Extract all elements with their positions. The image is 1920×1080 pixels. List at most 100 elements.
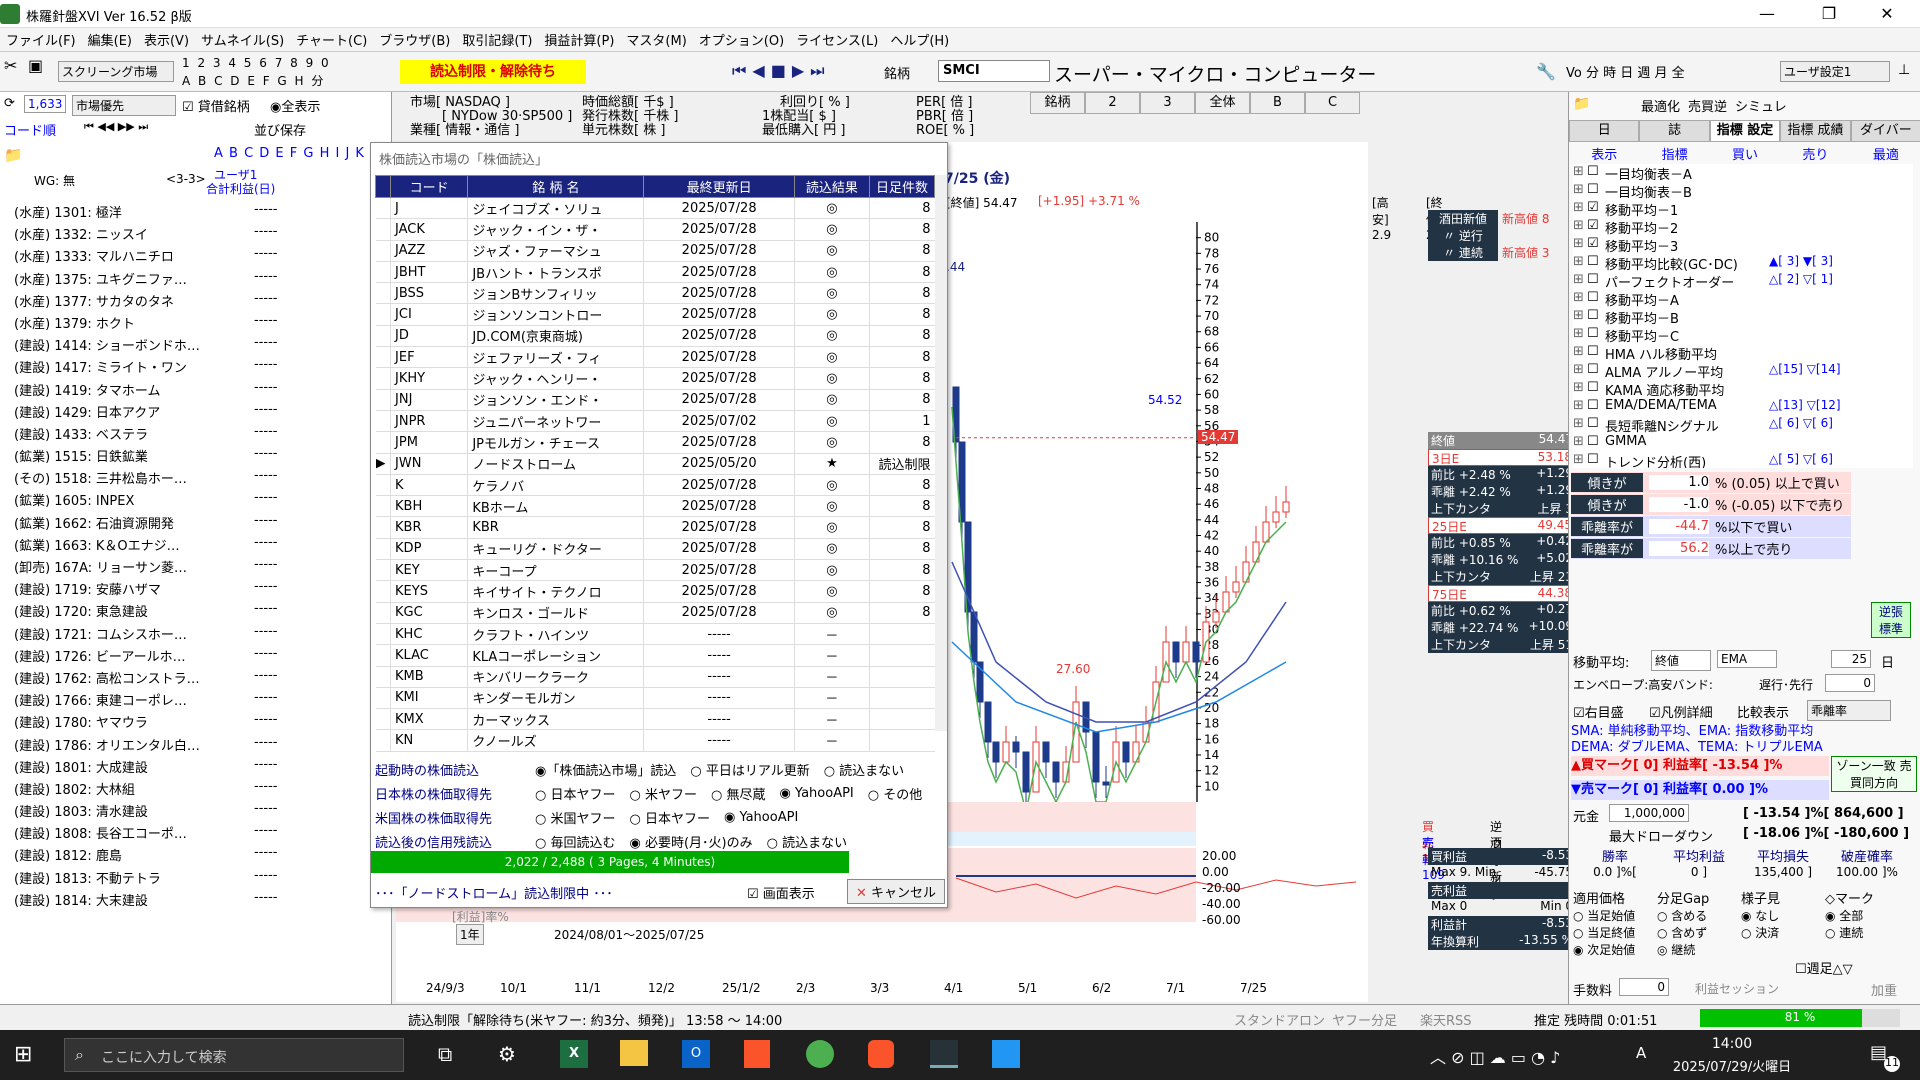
apply-radio[interactable]: ◉ 次足始値 — [1573, 941, 1657, 958]
task-view-icon[interactable]: ⧉ — [438, 1042, 452, 1066]
indicator-checkbox[interactable]: ☐ — [1587, 452, 1605, 468]
right-subtab[interactable]: 表示 — [1569, 144, 1639, 163]
indicator-item[interactable]: ⊞ ☐ パーフェクトオーダー △[ 2] ▽[ 1] — [1573, 272, 1913, 290]
right-subtab[interactable]: 指標 — [1639, 144, 1709, 163]
indicator-checkbox[interactable]: ☐ — [1587, 290, 1605, 308]
list-item[interactable]: (建設) 1786: オリエンタル白… ----- — [0, 735, 380, 757]
chart-tab[interactable]: C — [1305, 92, 1360, 114]
ma-days-input[interactable]: 25 — [1831, 650, 1871, 668]
table-row[interactable]: KMX カーマックス ----- － — [375, 708, 935, 731]
clock-date[interactable]: 2025/07/29/火曜日 — [1660, 1056, 1804, 1075]
right-subtab[interactable]: 買い — [1710, 144, 1780, 163]
menu-item[interactable]: ファイル(F) — [0, 30, 82, 49]
indicator-checkbox[interactable]: ☐ — [1587, 398, 1605, 416]
compare-select[interactable]: 乖離率 — [1807, 700, 1891, 721]
option-radio[interactable]: ○ 無尽蔵 — [711, 784, 765, 803]
param-input[interactable]: 56.2 — [1649, 541, 1709, 556]
indicator-checkbox[interactable]: ☑ — [1587, 218, 1605, 236]
menu-item[interactable]: サムネイル(S) — [195, 30, 290, 49]
indicator-item[interactable]: ⊞ ☐ トレンド分析(西) △[ 5] ▽[ 6] — [1573, 452, 1913, 468]
apply-radio[interactable]: ○ 決済 — [1741, 924, 1825, 941]
chart-tab[interactable]: 3 — [1140, 92, 1195, 114]
user-setting-select[interactable]: ユーザ設定1 — [1780, 61, 1890, 82]
apply-radio[interactable]: ○ 当足終値 — [1573, 924, 1657, 941]
table-row[interactable]: KHC クラフト・ハインツ ----- － — [375, 623, 935, 646]
expand-icon[interactable]: ⊞ — [1573, 326, 1587, 344]
kabu-app-icon[interactable] — [930, 1040, 958, 1068]
list-item[interactable]: (建設) 1780: ヤマウラ ----- — [0, 712, 380, 734]
folder-icon-right[interactable]: 📁 — [1573, 96, 1590, 112]
right-subtab[interactable]: 売り — [1780, 144, 1850, 163]
list-item[interactable]: (建設) 1802: 大林組 ----- — [0, 779, 380, 801]
indicator-item[interactable]: ⊞ ☐ 一目均衡表－A — [1573, 164, 1913, 182]
indicator-checkbox[interactable]: ☐ — [1587, 434, 1605, 452]
table-row[interactable]: KMB キンバリークラーク ----- － — [375, 666, 935, 688]
screening-select[interactable]: スクリーング市場 — [58, 61, 174, 82]
limit-button[interactable]: 読込制限・解除待ち — [400, 60, 586, 84]
save-order[interactable]: 並び保存 — [254, 120, 306, 139]
option-radio[interactable]: ○ 日本ヤフー — [629, 808, 709, 827]
indicator-checkbox[interactable]: ☐ — [1587, 344, 1605, 362]
column-header[interactable]: 最終更新日 — [643, 175, 795, 198]
right-tab[interactable]: 誌 — [1639, 120, 1710, 142]
table-row[interactable]: ▶ JWN ノードストローム 2025/05/20 ★ 読込制限 — [375, 453, 935, 475]
table-row[interactable]: JACK ジャック・イン・ザ・ 2025/07/28 ◎ 8 — [375, 218, 935, 241]
column-header[interactable]: 日足件数 — [868, 175, 936, 198]
param-input[interactable]: -44.7 — [1649, 519, 1709, 534]
option-radio[interactable]: ◉「株価読込市場」読込 — [535, 760, 676, 779]
menu-item[interactable]: 編集(E) — [82, 30, 138, 49]
expand-icon[interactable]: ⊞ — [1573, 452, 1587, 468]
indicator-checkbox[interactable]: ☑ — [1587, 200, 1605, 218]
right-tab[interactable]: 指標 設定 — [1709, 120, 1781, 142]
table-row[interactable]: JKHY ジャック・ヘンリー・ 2025/07/28 ◎ 8 — [375, 367, 935, 390]
option-radio[interactable]: ○ その他 — [868, 784, 922, 803]
list-item[interactable]: (建設) 1429: 日本アクア ----- — [0, 402, 380, 424]
list-item[interactable]: (建設) 1762: 高松コンストラ… ----- — [0, 668, 380, 690]
expand-icon[interactable]: ⊞ — [1573, 272, 1587, 290]
table-row[interactable]: J ジェイコブズ・ソリュ 2025/07/28 ◎ 8 — [375, 197, 935, 220]
market-select[interactable]: 市場優先 — [72, 95, 176, 116]
table-scrollbar[interactable] — [935, 175, 947, 731]
list-item[interactable]: (建設) 1720: 東急建設 ----- — [0, 601, 380, 623]
table-row[interactable]: KBH KBホーム 2025/07/28 ◎ 8 — [375, 495, 935, 518]
list-item[interactable]: (水産) 1333: マルハニチロ ----- — [0, 246, 380, 268]
menu-item[interactable]: 表示(V) — [138, 30, 195, 49]
expand-icon[interactable]: ⊞ — [1573, 308, 1587, 326]
table-row[interactable]: KLAC KLAコーポレーション ----- － — [375, 644, 935, 667]
menu-item[interactable]: 取引記録(T) — [456, 30, 538, 49]
apply-radio[interactable]: ○ 連続 — [1825, 924, 1909, 941]
top-option-checkbox[interactable]: 最適化 — [1641, 100, 1680, 115]
list-item[interactable]: (建設) 1801: 大成建設 ----- — [0, 757, 380, 779]
nav-buttons[interactable]: ⏮◀■▶⏭ — [732, 61, 831, 81]
indicator-item[interactable]: ⊞ ☐ 長短乖離Nシグナル △[ 6] ▽[ 6] — [1573, 416, 1913, 434]
maximize-button[interactable]: ❐ — [1806, 0, 1852, 28]
indicator-item[interactable]: ⊞ ☐ EMA/DEMA/TEMA △[13] ▽[12] — [1573, 398, 1913, 416]
list-item[interactable]: (建設) 1812: 鹿島 ----- — [0, 845, 380, 867]
indicator-checkbox[interactable]: ☐ — [1587, 380, 1605, 398]
ime-indicator[interactable]: A — [1636, 1044, 1646, 1062]
apply-radio[interactable]: ○ 当足始値 — [1573, 907, 1657, 924]
refresh-icon[interactable]: ⟳ — [4, 96, 15, 111]
indicator-checkbox[interactable]: ☐ — [1587, 254, 1605, 272]
right-scale-checkbox[interactable]: ☑右目盛 — [1573, 702, 1624, 721]
indicator-item[interactable]: ⊞ ☑ 移動平均－1 — [1573, 200, 1913, 218]
indicator-item[interactable]: ⊞ ☐ KAMA 適応移動平均 — [1573, 380, 1913, 398]
windows-start-icon[interactable]: ⊞ — [14, 1042, 32, 1067]
list-item[interactable]: (鉱業) 1663: K＆Oエナジ… ----- — [0, 535, 380, 557]
indicator-checkbox[interactable]: ☐ — [1587, 164, 1605, 182]
indicator-item[interactable]: ⊞ ☐ ALMA アルノー平均 △[15] ▽[14] — [1573, 362, 1913, 380]
indicator-item[interactable]: ⊞ ☑ 移動平均－2 — [1573, 218, 1913, 236]
group-num-buttons[interactable]: 1 2 3 4 5 6 7 8 9 0 — [182, 56, 331, 70]
chart-tab[interactable]: 全体 — [1195, 92, 1250, 114]
group-letter-buttons[interactable]: A B C D E F G H 分 — [182, 72, 325, 89]
list-item[interactable]: (鉱業) 1515: 日鉄鉱業 ----- — [0, 446, 380, 468]
list-item[interactable]: (建設) 1414: ショーボンドホ… ----- — [0, 335, 380, 357]
menu-item[interactable]: ブラウザ(B) — [373, 30, 456, 49]
screen-icon[interactable]: ▣ — [28, 56, 43, 75]
list-nav-buttons[interactable]: ⏮ ◀◀ ▶▶ ⏭ — [84, 120, 148, 134]
apply-radio[interactable]: ○ 含めず — [1657, 924, 1741, 941]
apply-radio[interactable]: ◉ 全部 — [1825, 907, 1909, 924]
option-radio[interactable]: ○ 読込まない — [767, 832, 847, 851]
option-radio[interactable]: ○ 日本ヤフー — [535, 784, 615, 803]
option-radio[interactable]: ◉ YahooAPI — [779, 786, 853, 801]
